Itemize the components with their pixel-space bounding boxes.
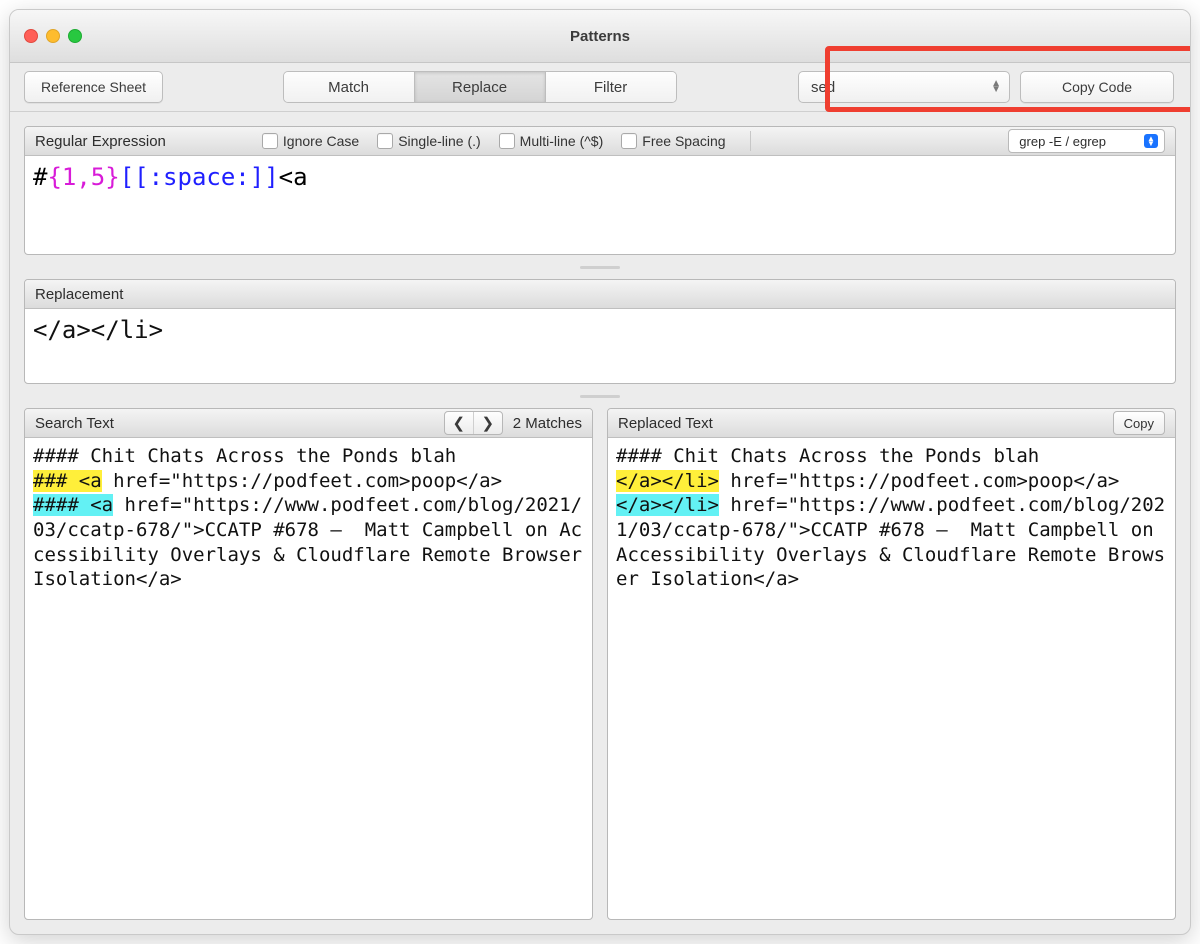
copy-code-button[interactable]: Copy Code	[1020, 71, 1174, 103]
ignore-case-checkbox[interactable]: Ignore Case	[262, 133, 359, 149]
regex-panel-header: Regular Expression Ignore Case Single-li…	[25, 127, 1175, 156]
search-text-header: Search Text ❮ ❯ 2 Matches	[25, 409, 592, 438]
code-format-value: sed	[811, 79, 835, 96]
multi-line-checkbox[interactable]: Multi-line (^$)	[499, 133, 604, 149]
replaced-text-header: Replaced Text Copy	[608, 409, 1175, 438]
match-count-label: 2 Matches	[513, 415, 582, 432]
mode-segmented-control: Match Replace Filter	[283, 71, 677, 103]
regex-engine-value: grep -E / egrep	[1019, 134, 1106, 149]
match-nav-control: ❮ ❯	[444, 411, 503, 435]
tab-match[interactable]: Match	[284, 72, 415, 102]
app-window: Patterns Reference Sheet Match Replace F…	[9, 9, 1191, 935]
content-area: Regular Expression Ignore Case Single-li…	[10, 112, 1190, 934]
chevron-updown-icon: ▲▼	[1144, 134, 1158, 148]
search-text-title: Search Text	[35, 415, 114, 432]
titlebar: Patterns	[10, 10, 1190, 63]
search-text-input[interactable]: #### Chit Chats Across the Ponds blah ##…	[25, 438, 592, 919]
replaced-text-title: Replaced Text	[618, 415, 713, 432]
regex-panel-title: Regular Expression	[35, 133, 166, 150]
free-spacing-checkbox[interactable]: Free Spacing	[621, 133, 725, 149]
regex-input[interactable]: #{1,5}[[:space:]]<a	[25, 156, 1175, 254]
search-text-panel: Search Text ❮ ❯ 2 Matches #### Chit Chat…	[24, 408, 593, 920]
regex-panel: Regular Expression Ignore Case Single-li…	[24, 126, 1176, 255]
replacement-panel-title: Replacement	[35, 286, 123, 303]
next-match-button[interactable]: ❯	[474, 412, 502, 434]
replacement-input[interactable]: </a></li>	[25, 309, 1175, 383]
regex-engine-select[interactable]: grep -E / egrep ▲▼	[1008, 129, 1165, 153]
tab-replace[interactable]: Replace	[415, 72, 546, 102]
resize-grip[interactable]	[24, 263, 1176, 271]
window-title: Patterns	[10, 28, 1190, 45]
results-split: Search Text ❮ ❯ 2 Matches #### Chit Chat…	[24, 408, 1176, 920]
replaced-text-panel: Replaced Text Copy #### Chit Chats Acros…	[607, 408, 1176, 920]
replaced-text-output: #### Chit Chats Across the Ponds blah </…	[608, 438, 1175, 919]
replacement-panel: Replacement </a></li>	[24, 279, 1176, 384]
replacement-panel-header: Replacement	[25, 280, 1175, 309]
code-format-select[interactable]: sed ▲▼	[798, 71, 1010, 103]
copy-replaced-button[interactable]: Copy	[1113, 411, 1165, 435]
prev-match-button[interactable]: ❮	[445, 412, 474, 434]
tab-filter[interactable]: Filter	[546, 72, 676, 102]
resize-grip[interactable]	[24, 392, 1176, 400]
toolbar: Reference Sheet Match Replace Filter sed…	[10, 63, 1190, 112]
toolbar-right-group: sed ▲▼ Copy Code	[796, 69, 1176, 105]
reference-sheet-button[interactable]: Reference Sheet	[24, 71, 163, 103]
chevron-updown-icon: ▲▼	[991, 81, 1001, 93]
single-line-checkbox[interactable]: Single-line (.)	[377, 133, 480, 149]
